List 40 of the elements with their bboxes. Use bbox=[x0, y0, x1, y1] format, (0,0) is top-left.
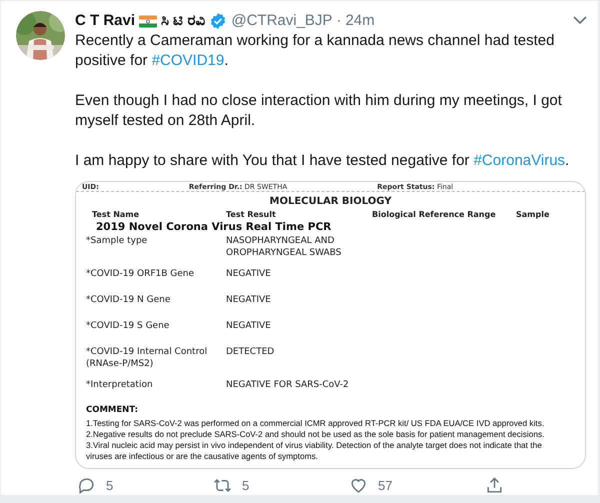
flag-icon bbox=[139, 14, 158, 28]
test-result-cell-text: NASOPHARYNGEAL AND OROPHARYNGEAL SWABS bbox=[226, 235, 342, 260]
tweet-paragraph: Even though I had no close interaction with him during my meetings, I got myself tested on 28th April. bbox=[75, 91, 563, 131]
test-name-cell-text: *Sample type bbox=[86, 235, 148, 248]
test-name-cell-text: *COVID-19 Internal Control (RNAse-P/MS2) bbox=[86, 346, 208, 371]
test-title: 2019 Novel Corona Virus Real Time PCR bbox=[96, 221, 332, 234]
tweet-paragraph: I am happy to share with You that I have tested negative for #CoronaVirus. bbox=[75, 151, 570, 171]
test-result-cell-text: NEGATIVE bbox=[226, 268, 271, 281]
column-header: Test Result bbox=[226, 209, 277, 221]
comment-heading: COMMENT: bbox=[86, 404, 138, 417]
comment-text: 1.Testing for SARS-CoV-2 was performed on a commercial ICMR approved RT-PCR kit/ US FDA EUA/CE IVD approved kits. bbox=[86, 418, 546, 429]
test-name-cell-text: *COVID-19 ORF1B Gene bbox=[86, 268, 196, 281]
hashtag-link[interactable]: #COVID19 bbox=[152, 52, 224, 69]
hashtag-link[interactable]: #CoronaVirus bbox=[474, 152, 566, 169]
reply-action[interactable]: 5 bbox=[75, 476, 211, 495]
report-image[interactable] bbox=[75, 181, 586, 468]
test-name-cell-text: *Interpretation bbox=[86, 379, 154, 392]
author-handle[interactable]: @CTRavi_BJP bbox=[231, 10, 332, 32]
test-result-cell-text: NEGATIVE bbox=[226, 294, 271, 307]
test-name-cell-text: *COVID-19 S Gene bbox=[86, 320, 170, 333]
tweet-paragraph: Recently a Cameraman working for a kannada news channel had tested positive for #COVID19. bbox=[75, 31, 556, 71]
separator-dot: · bbox=[336, 10, 342, 31]
share-icon[interactable] bbox=[485, 476, 504, 495]
report-section-title: MOLECULAR BIOLOGY bbox=[270, 195, 392, 209]
column-header: Test Name bbox=[91, 209, 140, 221]
chevron-down-icon[interactable] bbox=[572, 14, 588, 26]
test-name-cell-text: *COVID-19 N Gene bbox=[86, 294, 172, 307]
like-action[interactable]: 57 bbox=[347, 476, 483, 495]
test-result-cell-text: NEGATIVE bbox=[226, 320, 271, 333]
test-result-cell-text: NEGATIVE FOR SARS-CoV-2 bbox=[226, 379, 349, 392]
retweet-action[interactable]: 5 bbox=[211, 476, 347, 495]
author-name[interactable]: C T Ravi bbox=[75, 10, 136, 32]
column-header: Sample bbox=[516, 209, 550, 221]
tweet-time[interactable]: 24m bbox=[345, 10, 375, 32]
comment-icon[interactable] bbox=[77, 476, 96, 495]
comment-text: 3.Viral nucleic acid may persist in vivo independent of virus viability. Detection of the analyte target does not indicate that the viruses are infectious or are the causative agents of symptoms. bbox=[86, 440, 543, 462]
author-name-local[interactable]: ಸಿ ಟಿ ರವಿ bbox=[161, 10, 206, 32]
column-header: Biological Reference Range bbox=[372, 209, 497, 221]
comment-text: 2.Negative results do not preclude SARS-CoV-2 and should not be used as the sole basis for patient management decisions. bbox=[86, 429, 546, 440]
test-result-cell-text: DETECTED bbox=[226, 346, 274, 359]
